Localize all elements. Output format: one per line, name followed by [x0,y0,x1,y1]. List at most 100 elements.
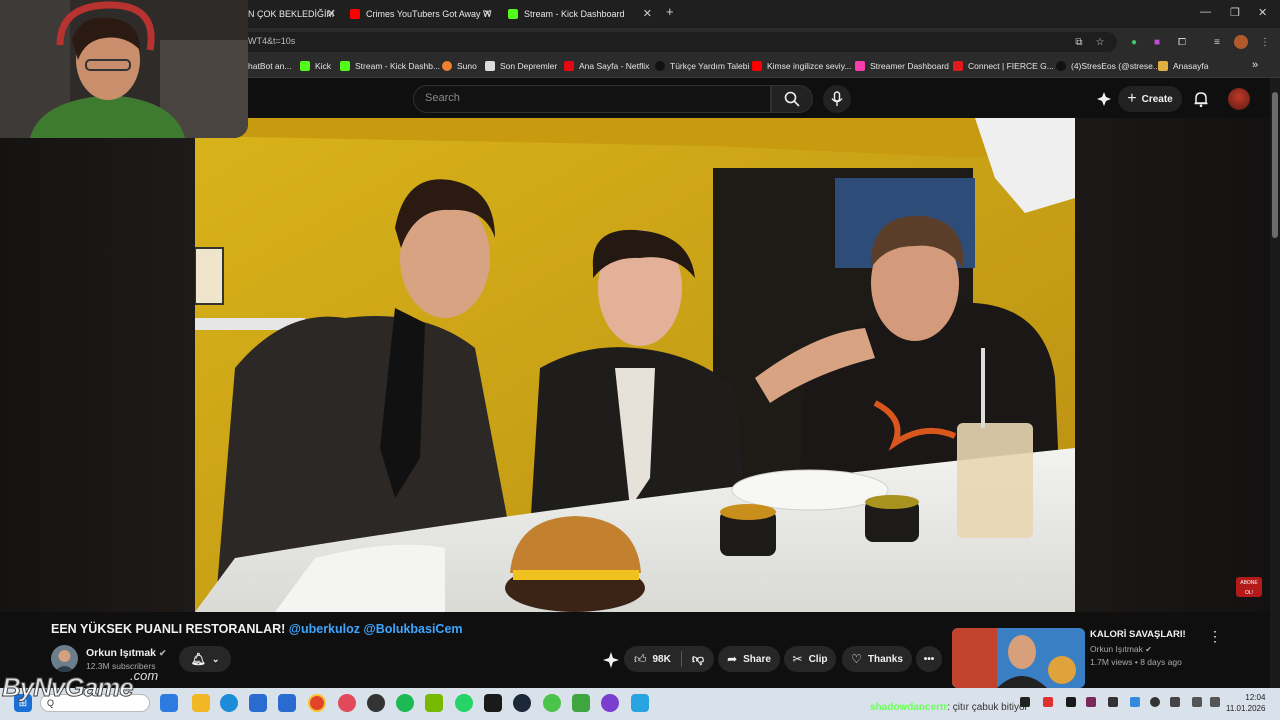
tray-icon[interactable] [1043,697,1053,707]
extension-icon[interactable]: ■ [1150,35,1164,49]
create-button[interactable]: + Create [1118,86,1182,112]
profile-avatar-icon[interactable] [1234,35,1248,49]
url-text[interactable]: WT4&t=10s [248,36,295,46]
channel-avatar[interactable] [51,645,78,672]
voice-search-button[interactable] [823,85,851,113]
volume-tray-icon[interactable] [1210,697,1220,707]
bookmark-label: Son Depremler [500,61,558,71]
recommended-channel[interactable]: Orkun Işıtmak ✔ [1090,644,1152,654]
nvidia-icon[interactable] [425,694,443,712]
tab-2[interactable]: Crimes YouTubers Got Away W ✕ [350,4,492,24]
subscribe-watermark[interactable]: ABONE OL! [1236,577,1262,597]
channel-name-text: Orkun Işıtmak [86,647,157,659]
bookmark-item[interactable]: Anasayfa [1158,61,1208,71]
tab-title: Stream - Kick Dashboard [524,9,625,19]
ask-ai-icon[interactable] [602,651,620,669]
new-tab-button[interactable]: + [666,4,674,19]
bookmark-star-icon[interactable]: ☆ [1093,35,1107,49]
extensions-puzzle-icon[interactable]: ⧠ [1175,35,1189,49]
recommended-menu-icon[interactable]: ⋮ [1208,628,1222,645]
bookmark-item[interactable]: Suno [442,61,477,71]
clip-button[interactable]: ✂ Clip [784,646,836,672]
bookmark-item[interactable]: Streamer Dashboard [855,61,949,71]
more-actions-button[interactable]: ••• [916,646,942,672]
bookmark-item[interactable]: Ana Sayfa - Netflix [564,61,649,71]
tab-3[interactable]: Stream - Kick Dashboard ✕ [508,4,652,24]
obs-icon[interactable] [367,694,385,712]
opera-icon[interactable] [338,694,356,712]
bookmark-item[interactable]: (4)StresEos (@strese... [1056,61,1160,71]
whatsapp-icon[interactable] [455,694,473,712]
close-tab-icon[interactable]: ✕ [643,7,652,20]
system-clock[interactable]: 12:04 11.01.2026 [1226,692,1265,714]
file-explorer-icon[interactable] [192,694,210,712]
tray-icon[interactable] [1130,697,1140,707]
bookmark-item[interactable]: Türkçe Yardım Talebi [655,61,749,71]
close-tab-icon[interactable]: ✕ [483,7,492,20]
spotify-icon[interactable] [396,694,414,712]
ambient-right [1075,118,1270,612]
dislike-icon[interactable]: 👎︎ [692,652,704,667]
omnibox[interactable] [232,32,1117,52]
tray-icon[interactable] [1150,697,1160,707]
account-avatar[interactable] [1228,88,1250,110]
recommended-title[interactable]: KALORİ SAVAŞLARI! [1090,629,1186,640]
bookmark-item[interactable]: Kick [300,61,331,71]
bookmark-item[interactable]: Stream - Kick Dashb... [340,61,440,71]
clip-label: Clip [808,653,828,665]
store-icon[interactable] [249,694,267,712]
bookmark-item[interactable]: hatBot an... [248,61,291,71]
like-count[interactable]: 98K [653,654,671,665]
search-button[interactable] [771,85,813,113]
ambient-left [0,118,195,612]
mention-link[interactable]: @BolukbasiCem [364,622,463,636]
subscription-bell-button[interactable]: 🔔︎ ⌄ [179,646,231,672]
display-tray-icon[interactable] [1192,697,1202,707]
like-icon[interactable]: 👍︎ [634,652,647,667]
notifications-bell-icon[interactable] [1192,90,1210,108]
minimize-icon[interactable]: — [1200,6,1211,18]
maximize-icon[interactable]: ❐ [1230,6,1240,19]
bell-icon: 🔔︎ [190,652,206,666]
chat-message: : çitır çabuk bitiyor [947,702,1028,713]
bookmark-item[interactable]: Kimse ingilizce seviy... [752,61,851,71]
more-bookmarks-button[interactable]: » [1252,59,1258,71]
thanks-button[interactable]: ♡ Thanks [842,646,912,672]
home-icon [1158,61,1168,71]
tray-icon[interactable] [1086,697,1096,707]
tray-icon[interactable] [1020,697,1030,707]
mention-link[interactable]: @uberkuloz [289,622,360,636]
edge-icon[interactable] [220,694,238,712]
outlook-icon[interactable] [278,694,296,712]
recommended-thumbnail[interactable] [952,628,1085,688]
install-app-icon[interactable]: ⧉ [1072,35,1086,49]
close-tab-icon[interactable]: ✕ [327,7,336,20]
tray-icon[interactable] [1066,697,1076,707]
search-input[interactable] [413,85,771,113]
tab-1[interactable]: N ÇOK BEKLEDİĞİM ✕ [248,4,336,24]
media-queue-icon[interactable]: ≡ [1210,35,1224,49]
kick-app-icon[interactable] [484,694,502,712]
widgets-icon[interactable] [160,694,178,712]
bookmark-label: Suno [457,61,477,71]
browser-menu-icon[interactable]: ⋮ [1258,35,1272,49]
recommended-meta: 1.7M views • 8 days ago [1090,657,1182,667]
steam-icon[interactable] [513,694,531,712]
bookmark-item[interactable]: Son Depremler [485,61,557,71]
share-button[interactable]: ➦ Share [718,646,780,672]
scrollbar-thumb[interactable] [1272,92,1278,238]
app-icon[interactable] [631,694,649,712]
microphone-tray-icon[interactable] [1170,697,1180,707]
tray-icon[interactable] [1108,697,1118,707]
extension-shield-icon[interactable]: ● [1127,35,1141,49]
app-icon[interactable] [601,694,619,712]
minecraft-icon[interactable] [572,694,590,712]
bookmark-item[interactable]: Connect | FIERCE G... [953,61,1054,71]
chrome-icon[interactable] [308,694,326,712]
close-window-icon[interactable]: ✕ [1258,6,1267,19]
channel-name[interactable]: Orkun Işıtmak ✔ [86,647,167,659]
game-app-icon[interactable] [543,694,561,712]
divider [680,651,682,667]
video-player[interactable] [195,118,1075,612]
ai-sparkle-icon[interactable] [1096,91,1112,107]
